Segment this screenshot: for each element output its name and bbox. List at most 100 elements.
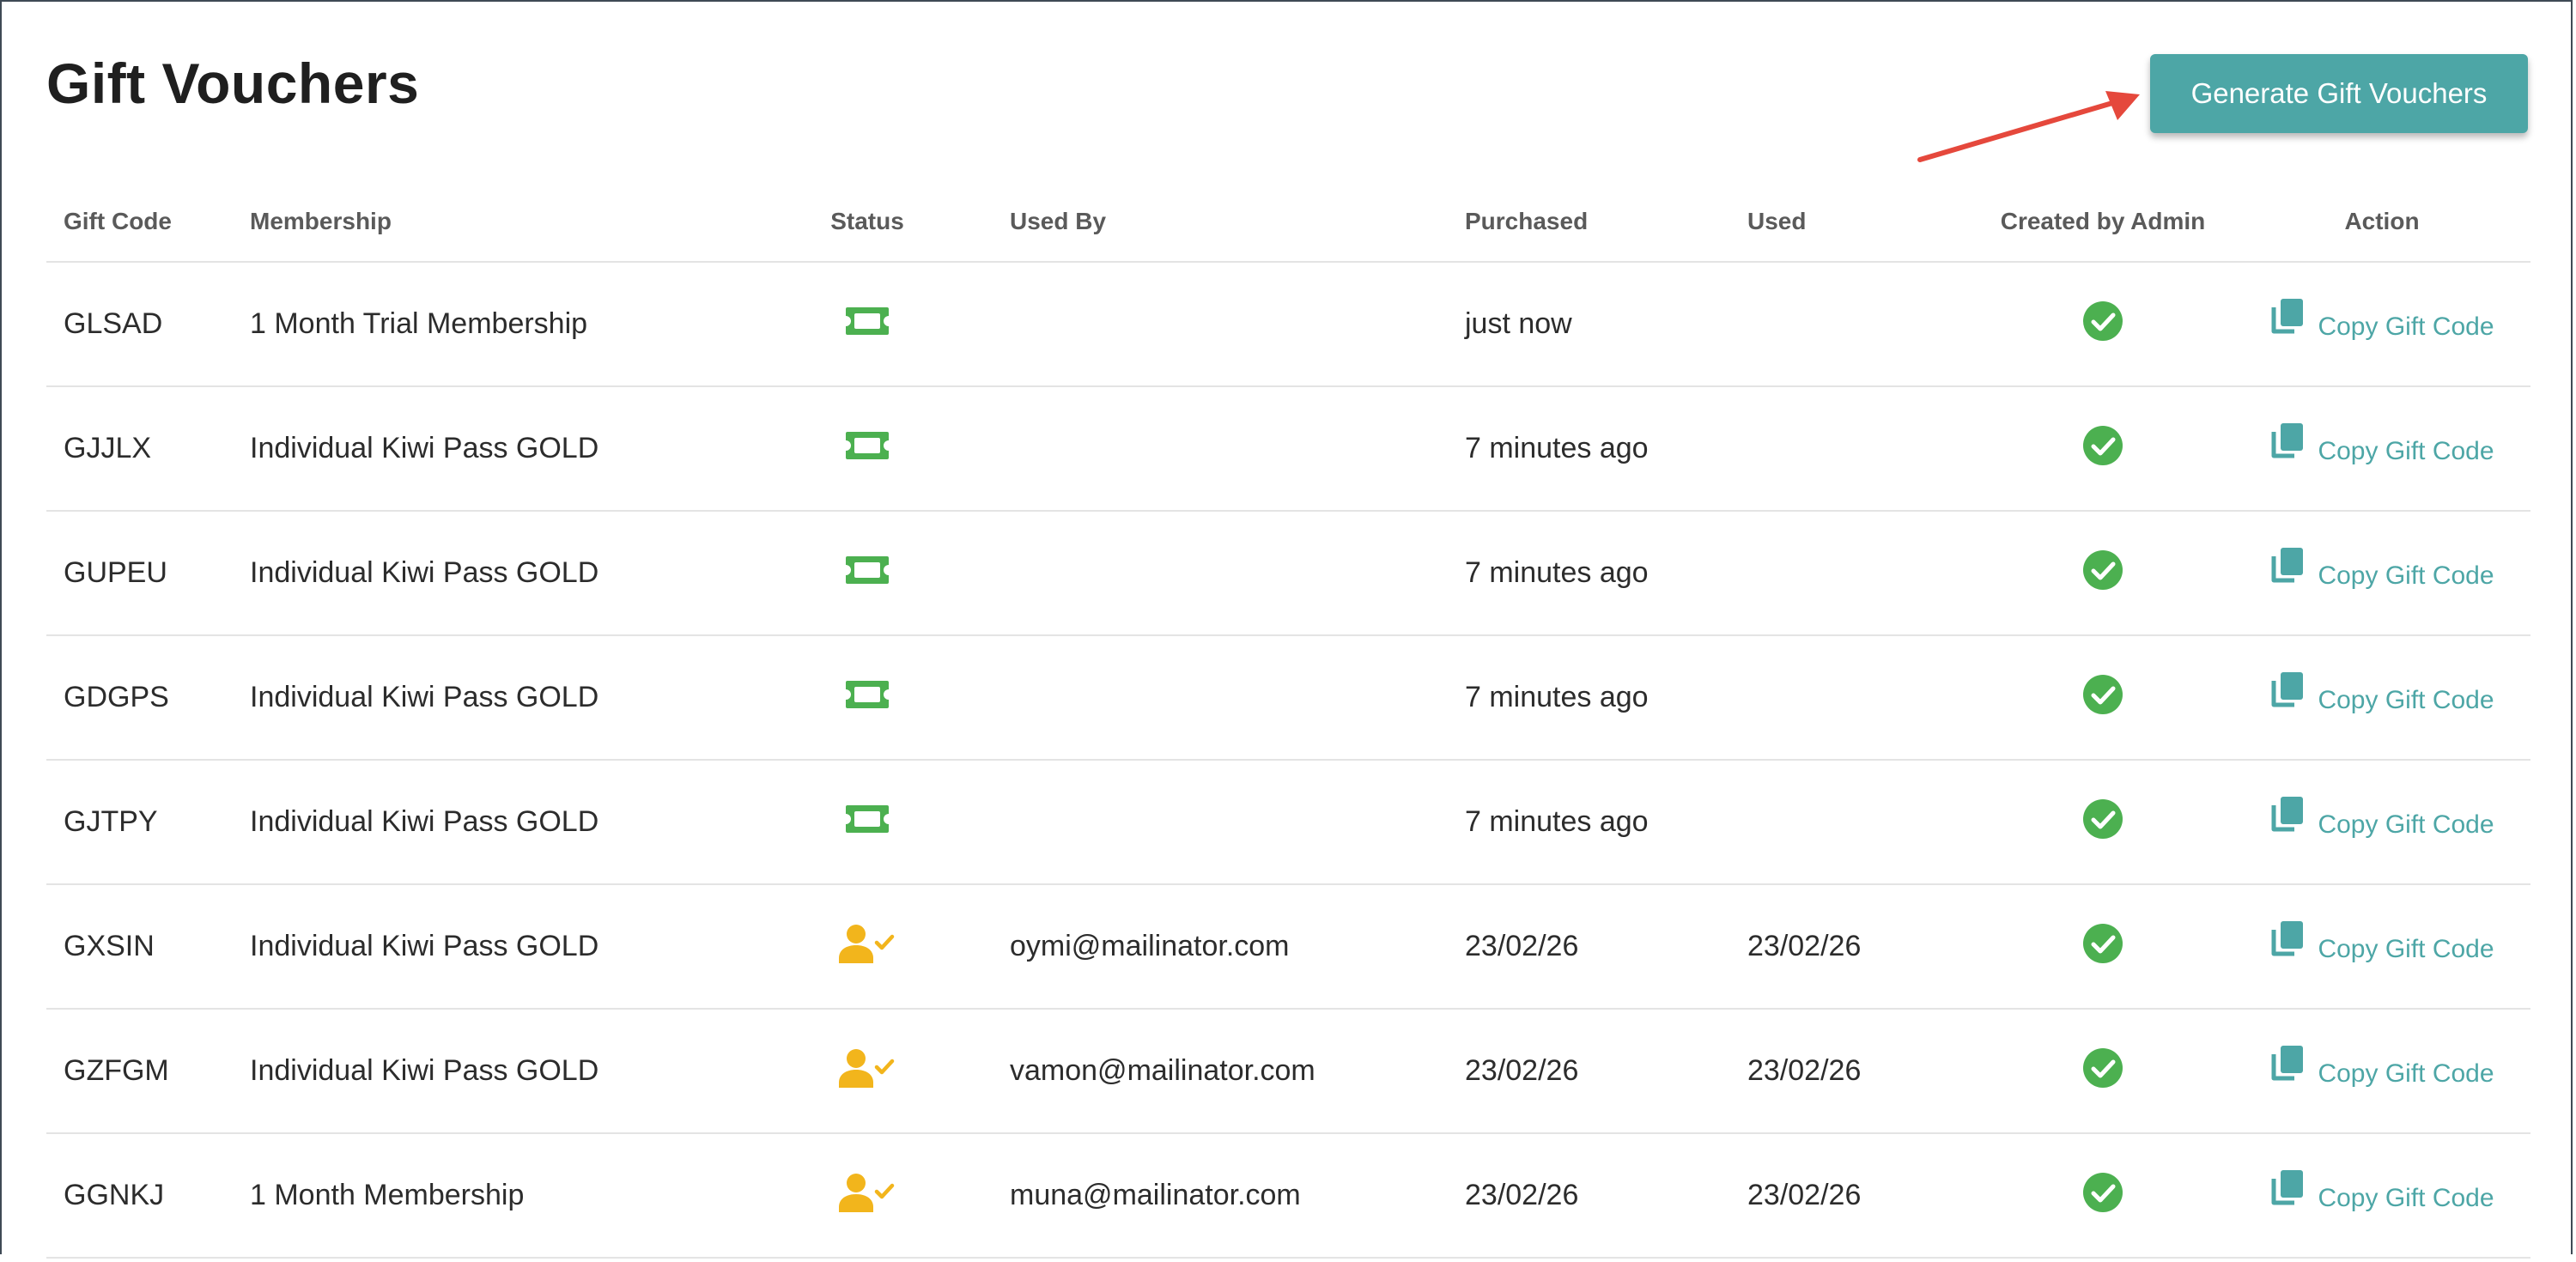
purchased-cell: 23/02/26 <box>1465 930 1579 962</box>
column-header-purchased[interactable]: Purchased <box>1465 182 1588 261</box>
user-check-icon <box>839 1173 895 1212</box>
status-cell <box>807 387 927 510</box>
status-cell <box>807 761 927 883</box>
membership-cell: Individual Kiwi Pass GOLD <box>250 1054 599 1087</box>
used-cell: 23/02/26 <box>1747 1054 1862 1087</box>
column-header-created-by-admin[interactable]: Created by Admin <box>1996 182 2210 261</box>
action-cell: Copy Gift Code <box>2253 1134 2511 1257</box>
column-header-membership[interactable]: Membership <box>250 182 392 261</box>
column-header-used[interactable]: Used <box>1747 182 1806 261</box>
check-circle-icon <box>2083 923 2123 963</box>
check-circle-icon <box>2083 1172 2123 1212</box>
used-by-cell: oymi@mailinator.com <box>1010 930 1290 962</box>
annotation-arrow-icon <box>1917 91 2140 162</box>
created-by-admin-cell <box>1996 263 2210 385</box>
copy-gift-code-link[interactable]: Copy Gift Code <box>2269 298 2494 344</box>
check-circle-icon <box>2083 674 2123 714</box>
membership-cell: Individual Kiwi Pass GOLD <box>250 556 599 589</box>
check-circle-icon <box>2083 300 2123 341</box>
copy-icon <box>2269 1169 2306 1216</box>
copy-gift-code-link[interactable]: Copy Gift Code <box>2269 1169 2494 1216</box>
copy-gift-code-label: Copy Gift Code <box>2318 1059 2494 1088</box>
column-header-gift-code[interactable]: Gift Code <box>64 182 172 261</box>
status-cell <box>807 1010 927 1132</box>
status-cell <box>807 512 927 634</box>
copy-gift-code-link[interactable]: Copy Gift Code <box>2269 1045 2494 1091</box>
ticket-icon <box>846 804 889 833</box>
action-cell: Copy Gift Code <box>2253 1010 2511 1132</box>
gift-code-cell: GGNKJ <box>64 1179 165 1211</box>
copy-gift-code-label: Copy Gift Code <box>2318 685 2494 714</box>
copy-gift-code-label: Copy Gift Code <box>2318 810 2494 839</box>
copy-icon <box>2269 671 2306 718</box>
membership-cell: 1 Month Membership <box>250 1179 525 1211</box>
purchased-cell: just now <box>1465 307 1572 340</box>
membership-cell: 1 Month Trial Membership <box>250 307 588 340</box>
copy-icon <box>2269 920 2306 967</box>
purchased-cell: 7 minutes ago <box>1465 556 1649 589</box>
column-header-action: Action <box>2344 208 2420 234</box>
column-header-status[interactable]: Status <box>807 182 927 261</box>
table-row: GUPEU Individual Kiwi Pass GOLD 7 minute… <box>46 512 2530 636</box>
copy-gift-code-label: Copy Gift Code <box>2318 1183 2494 1212</box>
ticket-icon <box>846 306 889 335</box>
used-by-cell: vamon@mailinator.com <box>1010 1054 1315 1087</box>
copy-icon <box>2269 298 2306 344</box>
copy-gift-code-link[interactable]: Copy Gift Code <box>2269 547 2494 593</box>
copy-gift-code-link[interactable]: Copy Gift Code <box>2269 796 2494 842</box>
table-row: GLSAD 1 Month Trial Membership just now … <box>46 263 2530 387</box>
gift-code-cell: GUPEU <box>64 556 167 589</box>
action-cell: Copy Gift Code <box>2253 512 2511 634</box>
membership-cell: Individual Kiwi Pass GOLD <box>250 432 599 464</box>
created-by-admin-cell <box>1996 636 2210 759</box>
membership-cell: Individual Kiwi Pass GOLD <box>250 681 599 713</box>
copy-gift-code-label: Copy Gift Code <box>2318 934 2494 963</box>
used-by-cell: muna@mailinator.com <box>1010 1179 1301 1211</box>
generate-gift-vouchers-button[interactable]: Generate Gift Vouchers <box>2150 54 2528 133</box>
status-cell <box>807 636 927 759</box>
table-body: GLSAD 1 Month Trial Membership just now … <box>46 263 2530 1259</box>
action-cell: Copy Gift Code <box>2253 387 2511 510</box>
created-by-admin-cell <box>1996 1010 2210 1132</box>
status-cell <box>807 885 927 1008</box>
copy-gift-code-link[interactable]: Copy Gift Code <box>2269 422 2494 469</box>
membership-cell: Individual Kiwi Pass GOLD <box>250 805 599 838</box>
purchased-cell: 7 minutes ago <box>1465 805 1649 838</box>
copy-gift-code-label: Copy Gift Code <box>2318 436 2494 465</box>
membership-cell: Individual Kiwi Pass GOLD <box>250 930 599 962</box>
used-cell: 23/02/26 <box>1747 1179 1862 1211</box>
gift-code-cell: GJTPY <box>64 805 158 838</box>
action-cell: Copy Gift Code <box>2253 761 2511 883</box>
gift-code-cell: GXSIN <box>64 930 155 962</box>
action-cell: Copy Gift Code <box>2253 636 2511 759</box>
created-by-admin-cell <box>1996 761 2210 883</box>
status-cell <box>807 1134 927 1257</box>
created-by-admin-cell <box>1996 885 2210 1008</box>
copy-icon <box>2269 796 2306 842</box>
action-cell: Copy Gift Code <box>2253 263 2511 385</box>
table-row: GDGPS Individual Kiwi Pass GOLD 7 minute… <box>46 636 2530 761</box>
ticket-icon <box>846 431 889 459</box>
copy-gift-code-link[interactable]: Copy Gift Code <box>2269 671 2494 718</box>
table-row: GGNKJ 1 Month Membership muna@mailinator… <box>46 1134 2530 1259</box>
copy-gift-code-link[interactable]: Copy Gift Code <box>2269 920 2494 967</box>
purchased-cell: 23/02/26 <box>1465 1054 1579 1087</box>
table-row: GZFGM Individual Kiwi Pass GOLD vamon@ma… <box>46 1010 2530 1134</box>
table-header: Gift Code Membership Status Used By Purc… <box>46 182 2530 263</box>
user-check-icon <box>839 1048 895 1088</box>
copy-icon <box>2269 1045 2306 1091</box>
action-cell: Copy Gift Code <box>2253 885 2511 1008</box>
ticket-icon <box>846 555 889 584</box>
page-title: Gift Vouchers <box>46 52 420 115</box>
check-circle-icon <box>2083 425 2123 465</box>
table-row: GJTPY Individual Kiwi Pass GOLD 7 minute… <box>46 761 2530 885</box>
check-circle-icon <box>2083 549 2123 590</box>
column-header-used-by[interactable]: Used By <box>1010 182 1106 261</box>
used-cell: 23/02/26 <box>1747 930 1862 962</box>
table-row: GXSIN Individual Kiwi Pass GOLD oymi@mai… <box>46 885 2530 1010</box>
purchased-cell: 7 minutes ago <box>1465 432 1649 464</box>
user-check-icon <box>839 924 895 963</box>
gift-code-cell: GZFGM <box>64 1054 169 1087</box>
table-row: GJJLX Individual Kiwi Pass GOLD 7 minute… <box>46 387 2530 512</box>
purchased-cell: 23/02/26 <box>1465 1179 1579 1211</box>
